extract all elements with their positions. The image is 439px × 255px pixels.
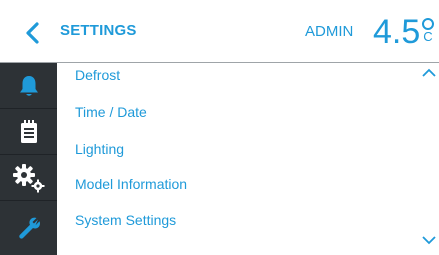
user-label: ADMIN [305,23,354,40]
sidebar [0,63,57,255]
chevron-up-icon [422,68,436,77]
menu-item-defrost[interactable]: Defrost [75,63,120,87]
wrench-icon [18,217,40,239]
back-button[interactable] [20,20,44,46]
sidebar-item-log[interactable] [0,109,57,155]
scroll-down-button[interactable] [420,234,438,246]
menu-item-system-settings[interactable]: System Settings [75,208,176,232]
sidebar-item-settings[interactable] [0,155,57,201]
chevron-down-icon [422,235,436,244]
bell-icon [19,75,38,96]
menu-item-lighting[interactable]: Lighting [75,137,124,161]
temperature-value: 4.5 [373,13,421,51]
header-bar: SETTINGS ADMIN 4.5 C [0,0,439,62]
temperature-unit-letter: C [423,29,433,44]
settings-menu: Defrost Time / Date Lighting Model Infor… [57,63,439,255]
menu-item-time-date[interactable]: Time / Date [75,100,147,124]
gears-icon [12,163,44,192]
menu-item-model-information[interactable]: Model Information [75,172,187,196]
sidebar-item-alarms[interactable] [0,63,57,109]
scroll-up-button[interactable] [420,66,438,78]
page-title: SETTINGS [60,22,137,39]
chevron-left-icon [26,22,39,44]
temperature-unit: C [421,18,435,43]
sidebar-item-service[interactable] [0,201,57,255]
clipboard-icon [20,119,37,143]
